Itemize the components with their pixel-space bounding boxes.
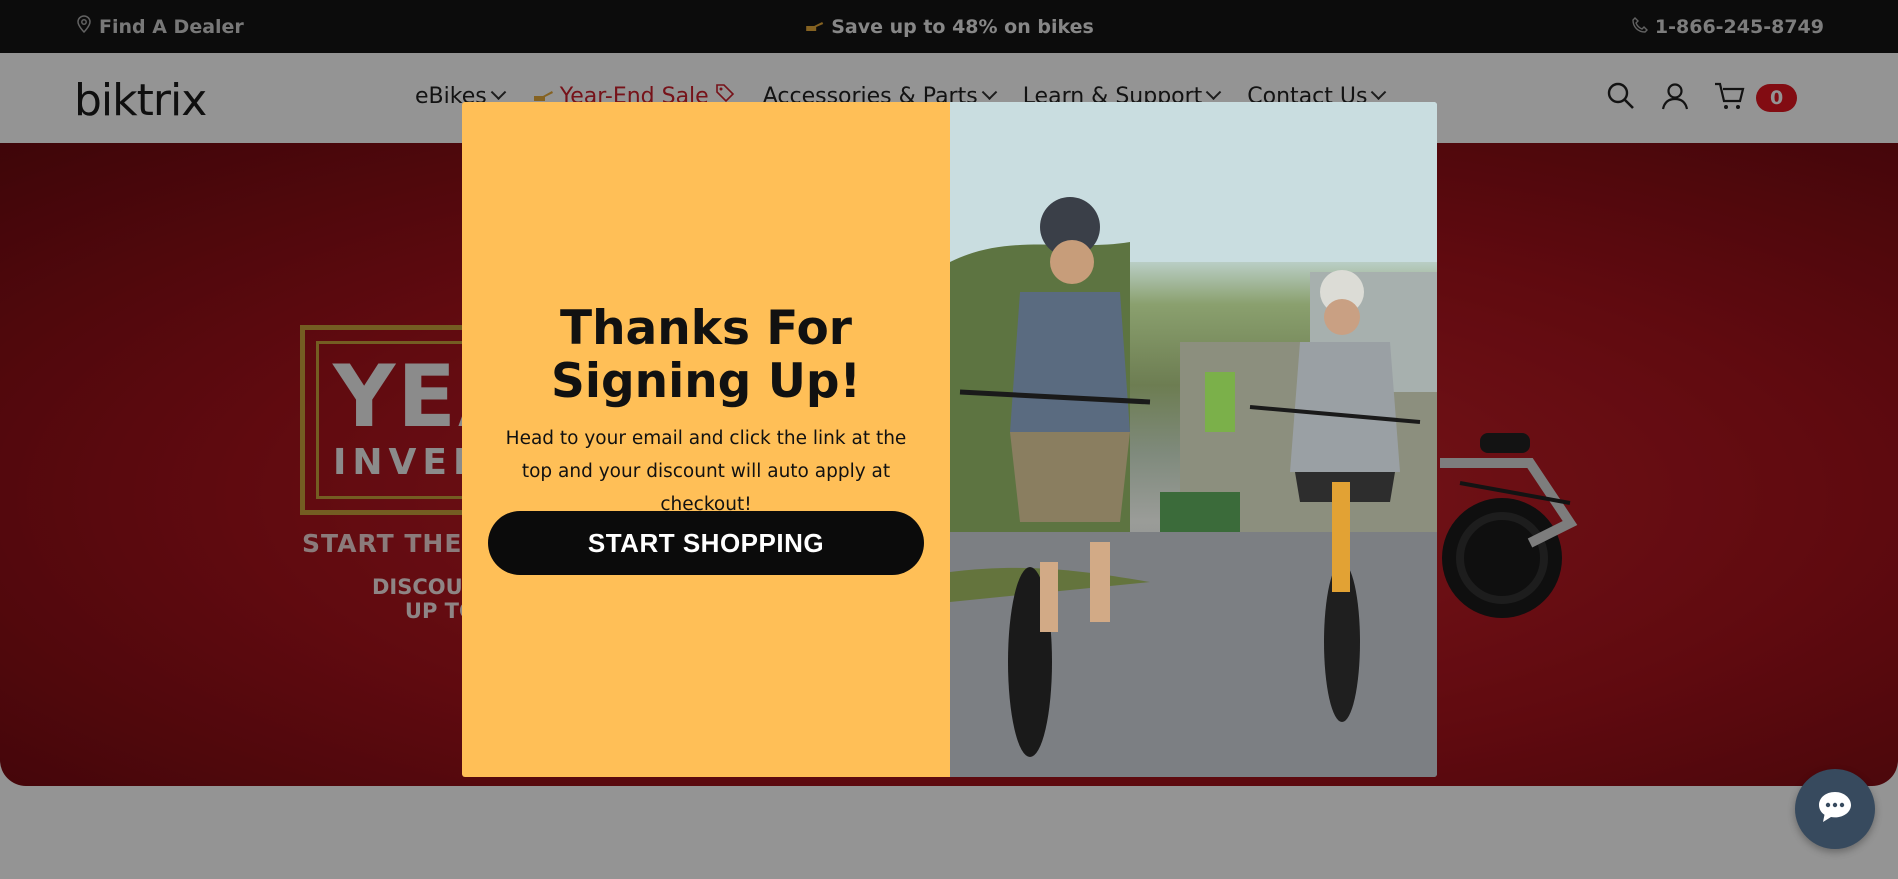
modal-image-riders	[950, 102, 1437, 777]
chat-bubble-icon	[1816, 789, 1854, 829]
riders-photo	[950, 102, 1437, 777]
signup-confirmation-modal: Thanks For Signing Up! Head to your emai…	[462, 102, 1437, 777]
chat-button[interactable]	[1795, 769, 1875, 849]
modal-body-text: Head to your email and click the link at…	[505, 428, 907, 515]
modal-title: Thanks For Signing Up!	[551, 301, 861, 409]
modal-content-panel: Thanks For Signing Up! Head to your emai…	[462, 102, 950, 777]
start-shopping-button[interactable]: START SHOPPING	[488, 511, 924, 575]
